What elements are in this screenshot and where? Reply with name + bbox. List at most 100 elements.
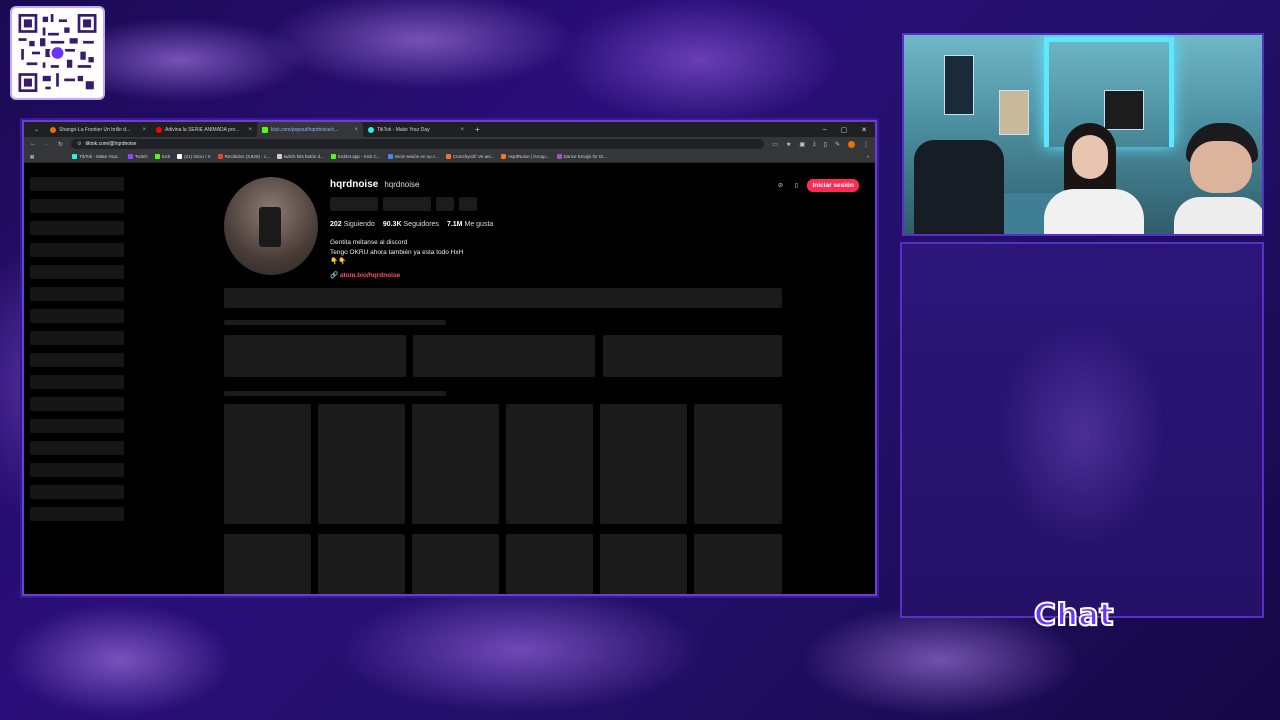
tab-favicon-icon [50,126,57,133]
login-icon [387,154,393,159]
bookmark-star-icon[interactable]: ★ [786,141,791,148]
twitch-icon [127,154,133,159]
tab-kick-popout[interactable]: kick.com/popout/hqrdnoise/c... × [257,122,364,137]
profile-stats: 202 Siguiendo 90.3K Seguidores 7.1M Me gust… [330,221,493,228]
skeleton-line [30,199,124,213]
skeleton-line [30,309,124,323]
downloads-icon[interactable]: ⤓ [813,141,816,148]
toolbar-actions: ▭ ★ ▣ ⤓ ▯ ✎ ⋮ [772,140,869,148]
tab-close-icon[interactable]: × [249,127,253,133]
video-thumbnail-skeleton [224,534,311,594]
tiktok-icon [368,126,375,133]
forward-icon[interactable]: → [44,141,50,147]
video-thumbnail-skeleton [506,534,593,594]
window-controls: – ▢ ✕ [823,126,875,134]
profile-avatar-image[interactable] [224,177,318,275]
video-thumbnail-skeleton [694,534,782,594]
bookmark-login[interactable]: Inicie sesión en su c... [387,154,439,159]
kick-icon [154,154,160,159]
video-thumbnail-skeleton [694,404,782,524]
skeleton-line [30,287,124,301]
cast-icon[interactable]: ▭ [772,141,778,148]
profile-username: hqrdnoise hqrdnoise [330,179,419,190]
bookmark-dance-emojis[interactable]: Dance Emojis for Di... [556,154,607,159]
browser-window: ⌄ Shangri-La Frontier Un brillo d... × A… [22,120,877,596]
chat-label: Chat [1033,597,1114,634]
compass-icon[interactable]: ⊘ [775,181,785,191]
more-bookmarks-icon[interactable]: » [866,154,869,159]
skeleton-line [30,375,124,389]
video-thumbnail-skeleton [412,534,499,594]
video-thumbnail-skeleton [318,404,405,524]
browser-toolbar: ← → ↻ ⚙ tiktok.com/@hqrdnoise ▭ ★ ▣ ⤓ ▯ … [24,137,875,151]
apps-grid-icon[interactable]: ▦ [30,154,34,160]
profile-avatar[interactable] [848,140,855,148]
video-thumbnail-skeleton [506,404,593,524]
chat-panel [900,242,1264,618]
video-thumbnail-skeleton [412,404,499,524]
button-skeleton [459,197,477,211]
tab-close-icon[interactable]: × [355,127,359,133]
bookmark-twitch[interactable]: Twitch [127,154,148,159]
bookmark-gmail[interactable]: Recibidos (3,628) - c... [217,154,270,159]
tab-close-icon[interactable]: × [461,127,465,133]
skeleton-line [30,243,124,257]
likes-stat: 7.1M Me gusta [446,221,494,228]
skeleton-line [224,320,446,325]
webcam-feed [902,33,1264,236]
skeleton-line [30,353,124,367]
tab-close-icon[interactable]: × [143,127,147,133]
skeleton-line [30,221,124,235]
bookmark-twitch-bits[interactable]: twitch bits botón d... [276,154,324,159]
qr-code-image [18,14,97,92]
youtube-icon [156,126,163,133]
back-icon[interactable]: ← [30,141,36,147]
tab-shangri-la[interactable]: Shangri-La Frontier Un brillo d... × [45,122,151,137]
x-icon [177,154,183,159]
bookmark-x[interactable]: (21) Inicio / X [177,154,211,159]
sidebar-skeleton [30,177,124,529]
button-skeleton [330,197,378,211]
crunchyroll-icon [445,154,451,159]
profile-link[interactable]: 🔗 atom.bio/hqrdnoise [330,271,400,279]
bookmark-kicklet[interactable]: Kicklet.app - Kick C... [330,154,381,159]
bookmark-tiktok[interactable]: TikTok - Make Your... [72,154,121,159]
edit-icon[interactable]: ✎ [835,141,840,148]
tabs-skeleton [224,288,782,308]
new-tab-button[interactable]: + [469,125,486,134]
kicklet-icon [330,154,336,159]
nickname: hqrdnoise [384,180,420,189]
bookmark-crunchyroll[interactable]: Crunchyroll: Ve ani... [445,154,494,159]
skeleton-line [30,419,124,433]
reload-icon[interactable]: ↻ [58,141,63,148]
bookmark-hqrdnoise-group[interactable]: HqrdNoise | Group... [501,154,550,159]
card-skeleton [603,335,782,377]
bookmark-kick[interactable]: Kick [154,154,170,159]
close-window-button[interactable]: ✕ [861,126,867,134]
login-button[interactable]: Iniciar sesión [807,179,859,192]
tab-search-icon[interactable]: ⌄ [28,126,45,133]
followers-stat[interactable]: 90.3K Seguidores [383,221,439,228]
person-right [1174,123,1262,234]
tab-tiktok[interactable]: TikTok - Make Your Day × [363,122,469,137]
sidepanel-icon[interactable]: ▯ [824,141,827,148]
following-stat[interactable]: 202 Siguiendo [330,221,375,228]
extensions-icon[interactable]: ▣ [799,141,805,148]
tab-adivina-serie[interactable]: Adivina la SERIE ANIMADA por... × [151,122,257,137]
mobile-icon[interactable]: ▯ [791,181,801,191]
emoji-icon [556,154,562,159]
minimize-button[interactable]: – [823,126,827,134]
site-info-icon[interactable]: ⚙ [77,141,81,147]
skeleton-line [30,507,124,521]
skeleton-line [30,463,124,477]
qr-code [12,8,103,98]
maximize-button[interactable]: ▢ [841,126,848,134]
button-skeleton [383,197,431,211]
wall-poster [944,55,974,115]
profile-actions: ⊘ ▯ Iniciar sesión [775,179,859,192]
address-bar[interactable]: ⚙ tiktok.com/@hqrdnoise [71,139,765,149]
video-thumbnail-skeleton [224,404,311,524]
username-title: hqrdnoise [330,179,379,190]
menu-icon[interactable]: ⋮ [863,141,869,148]
tiktok-icon [72,154,78,159]
